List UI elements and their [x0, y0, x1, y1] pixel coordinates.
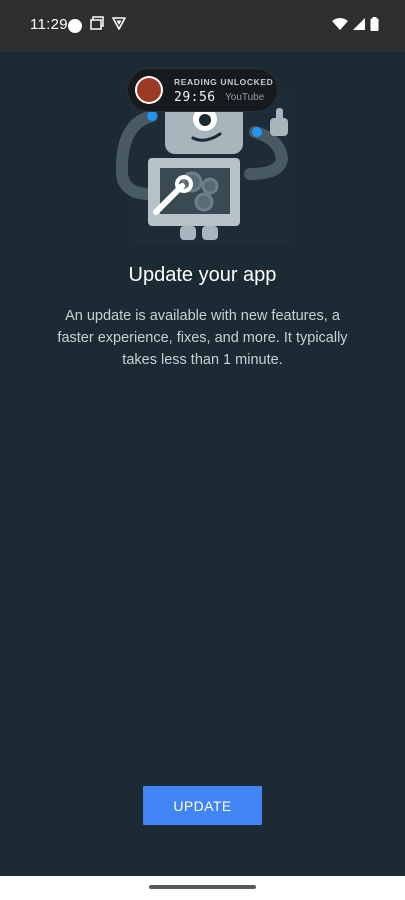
vpn-shield-icon	[112, 16, 126, 35]
gesture-nav-bar	[0, 876, 405, 900]
status-time: 11:29	[30, 16, 68, 33]
status-left-icons	[68, 16, 126, 35]
recording-timer: 29:56	[174, 90, 216, 105]
recording-source: YouTube	[225, 92, 265, 103]
battery-icon	[370, 17, 379, 36]
recording-label: READING UNLOCKED	[174, 77, 274, 87]
update-screen: 11:29 READING UNLOCKED 29:56 YouTube Upd…	[0, 0, 405, 900]
record-icon	[137, 78, 161, 102]
update-description: An update is available with new features…	[57, 308, 348, 368]
wifi-icon	[332, 17, 348, 36]
status-right-icons	[332, 17, 379, 36]
screen-recording-pill[interactable]: READING UNLOCKED 29:56 YouTube	[127, 68, 278, 112]
page-title: Update your app	[128, 264, 277, 286]
circle-notification-icon	[68, 18, 82, 33]
home-gesture-handle[interactable]	[149, 885, 256, 889]
record-stop-button[interactable]	[135, 76, 163, 104]
update-button[interactable]: UPDATE	[143, 786, 262, 825]
screenshot-icon	[90, 16, 104, 35]
cell-signal-icon	[352, 17, 366, 36]
status-bar: 11:29	[0, 0, 405, 52]
